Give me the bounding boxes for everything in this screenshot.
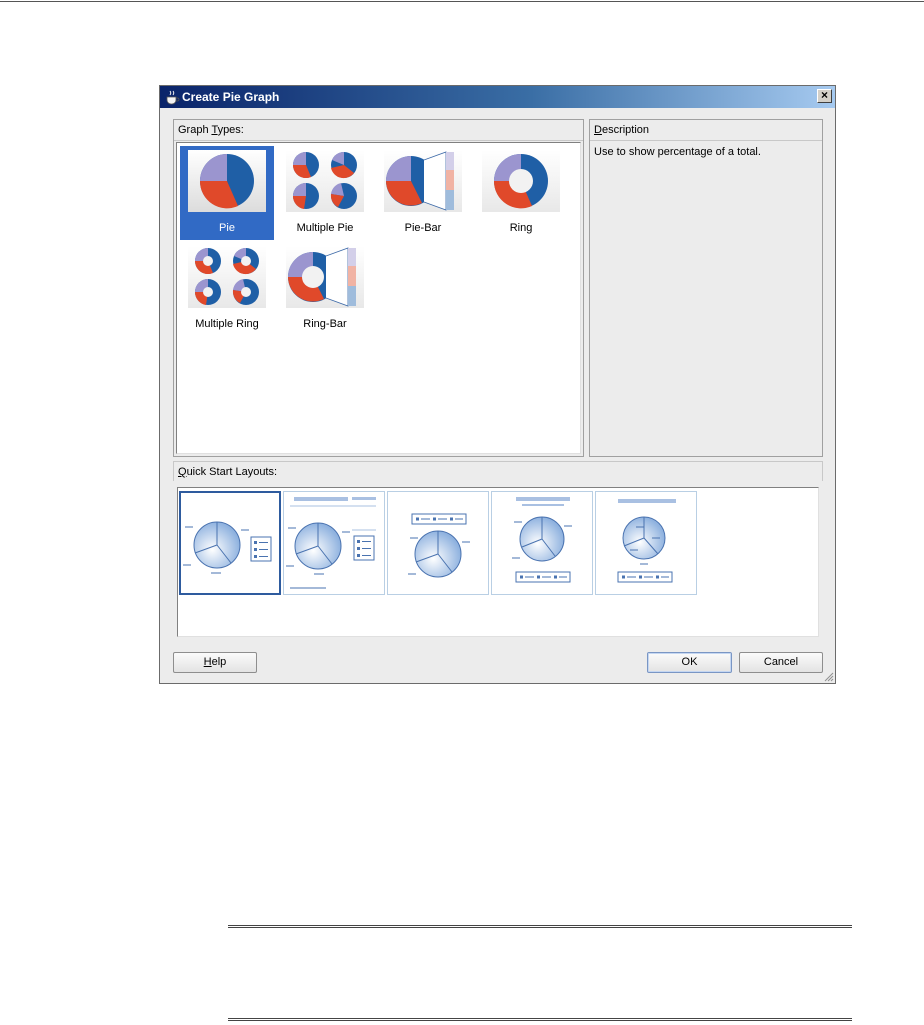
coffee-cup-icon [166, 90, 180, 105]
cancel-button[interactable]: Cancel [739, 652, 823, 673]
layout-pie-inner-labels-icon [617, 499, 676, 583]
close-button[interactable]: × [817, 89, 832, 103]
ring-bar-icon [286, 246, 364, 308]
help-button[interactable]: Help [173, 652, 257, 673]
dialog-title: Create Pie Graph [182, 90, 280, 104]
graph-type-multiple-ring[interactable]: Multiple Ring [180, 242, 274, 336]
description-panel: Description Use to show percentage of a … [589, 119, 823, 457]
title-bar[interactable]: Create Pie Graph × [160, 86, 835, 108]
multiple-pie-icon [286, 150, 364, 212]
graph-type-pie[interactable]: Pie [180, 146, 274, 240]
layout-legend-top-pie-icon [408, 513, 470, 578]
close-icon: × [820, 88, 828, 102]
layout-titled-pie-legend-icon [286, 497, 376, 589]
ring-icon [482, 150, 560, 212]
note-top-rule [228, 925, 852, 928]
create-pie-graph-dialog: Create Pie Graph × Graph Types: Pie Mult… [159, 85, 836, 684]
pie-icon [188, 150, 266, 212]
graph-type-multiple-pie[interactable]: Multiple Pie [278, 146, 372, 240]
description-text: Use to show percentage of a total. [594, 146, 761, 158]
quick-start-header: Quick Start Layouts: [173, 461, 823, 481]
layout-pie-legend-right-icon [183, 521, 272, 574]
note-bottom-rule [228, 1018, 852, 1021]
quick-start-layouts-list[interactable] [177, 487, 819, 637]
graph-type-ring[interactable]: Ring [474, 146, 568, 240]
layout-titled-pie-legend-bottom-icon [512, 497, 572, 583]
page-top-rule [0, 1, 924, 2]
graph-types-panel: Graph Types: Pie Multiple Pie Pie-Bar Ri… [173, 119, 584, 457]
quick-layout-2[interactable] [283, 491, 385, 595]
multiple-ring-icon [188, 246, 266, 308]
graph-types-list[interactable]: Pie Multiple Pie Pie-Bar Ring Multiple R… [176, 142, 581, 454]
quick-layout-1[interactable] [179, 491, 281, 595]
graph-types-header: Graph Types: [174, 120, 583, 141]
ok-button[interactable]: OK [647, 652, 732, 673]
quick-layout-3[interactable] [387, 491, 489, 595]
description-header: Description [590, 120, 822, 141]
pie-bar-icon [384, 150, 462, 212]
quick-layout-4[interactable] [491, 491, 593, 595]
graph-type-ring-bar[interactable]: Ring-Bar [278, 242, 372, 336]
quick-layout-5[interactable] [595, 491, 697, 595]
graph-type-pie-bar[interactable]: Pie-Bar [376, 146, 470, 240]
resize-grip-icon[interactable] [822, 670, 834, 682]
